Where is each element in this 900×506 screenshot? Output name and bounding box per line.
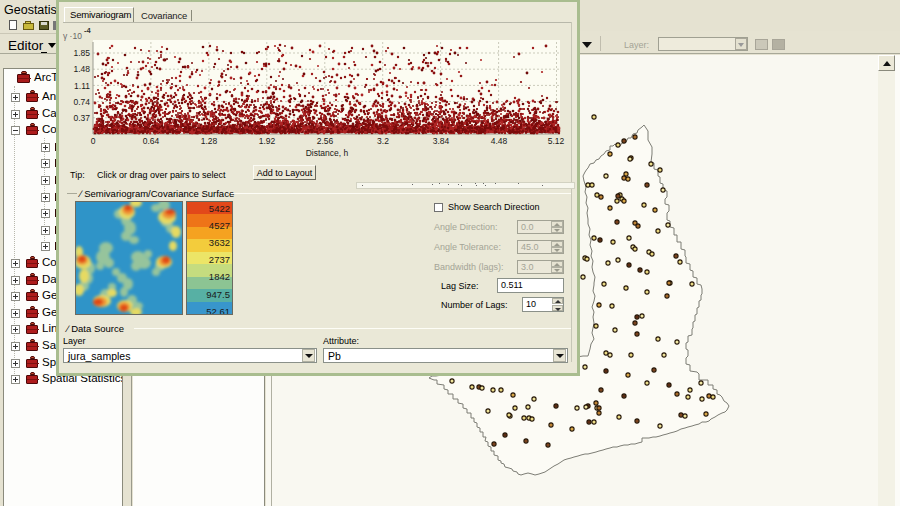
svg-text:0.64: 0.64 [143, 136, 160, 146]
svg-text:1.48: 1.48 [73, 64, 90, 74]
svg-text:2.56: 2.56 [317, 136, 334, 146]
svg-text:γ ·10: γ ·10 [63, 31, 82, 41]
svg-text:3.84: 3.84 [433, 136, 450, 146]
svg-text:4.48: 4.48 [491, 136, 508, 146]
svg-text:0: 0 [91, 136, 96, 146]
svg-text:5.12: 5.12 [548, 136, 565, 146]
svg-text:-4: -4 [84, 26, 91, 35]
svg-text:Distance, h: Distance, h [306, 148, 349, 158]
svg-text:0.74: 0.74 [73, 97, 90, 107]
svg-text:3.2: 3.2 [377, 136, 389, 146]
svg-text:1.11: 1.11 [74, 81, 90, 91]
svg-text:1.92: 1.92 [259, 136, 276, 146]
svg-text:0.37: 0.37 [73, 113, 90, 123]
svg-text:1.28: 1.28 [201, 136, 218, 146]
svg-text:1.85: 1.85 [73, 48, 90, 58]
